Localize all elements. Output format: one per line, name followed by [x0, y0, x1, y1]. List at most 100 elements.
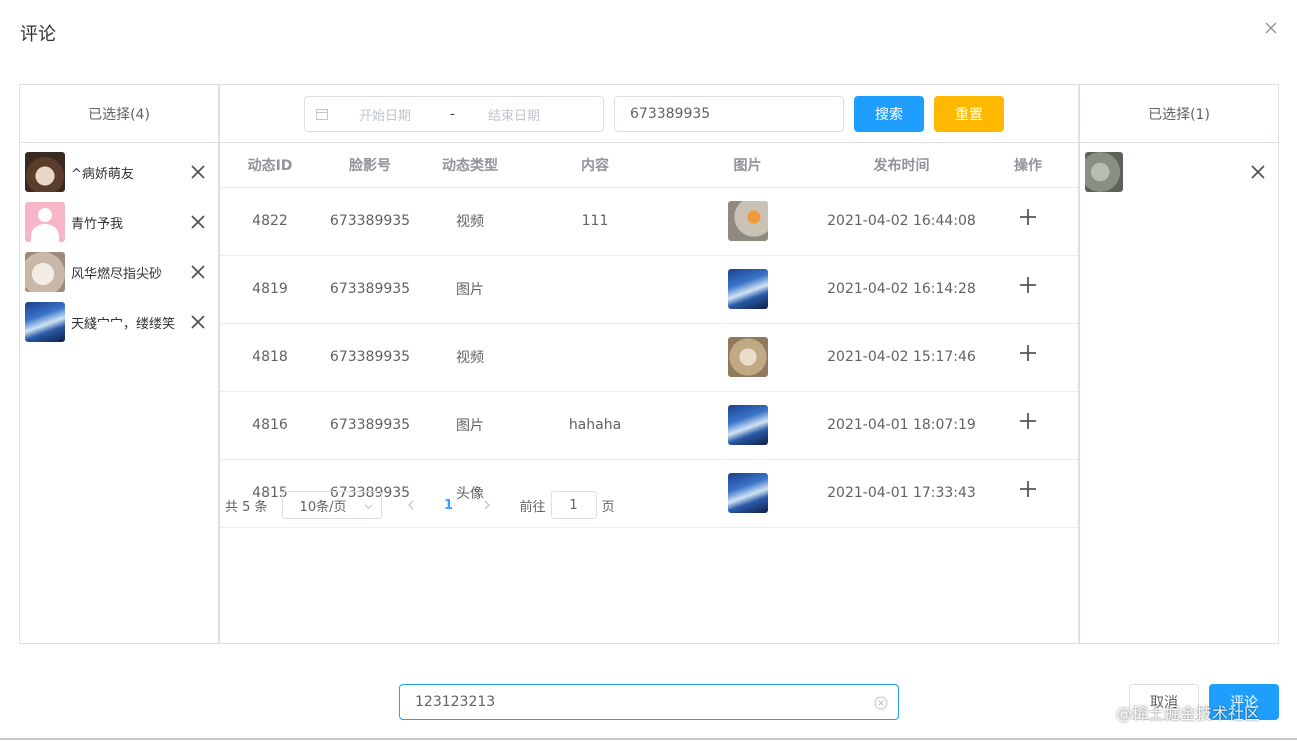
time-cell: 2021-04-01 17:33:43	[825, 459, 978, 528]
page-size-select[interactable]: 10条/页	[281, 491, 382, 519]
selected-user-item: ^病娇萌友	[20, 147, 218, 197]
chevron-left-icon	[407, 500, 414, 510]
comment-button[interactable]: 评论	[1209, 684, 1279, 720]
page-size-value: 10条/页	[299, 499, 347, 515]
selected-user-item: 青竹予我	[20, 197, 218, 247]
hamster-avatar	[25, 252, 65, 292]
post-id-cell: 4822	[220, 187, 320, 256]
chevron-down-icon	[364, 504, 373, 510]
left-panel-header: 已选择(4)	[20, 85, 218, 143]
time-cell: 2021-04-02 16:44:08	[825, 187, 978, 256]
prev-page-button[interactable]	[396, 491, 426, 519]
image-cell	[670, 255, 825, 324]
add-icon[interactable]	[1019, 276, 1037, 294]
right-panel-header: 已选择(1)	[1080, 85, 1278, 143]
table-row: 4816 673389935 图片 hahaha 2021-04-01 18:0…	[220, 391, 1078, 460]
right-selected-panel: 已选择(1)	[1079, 84, 1279, 644]
account-cell: 673389935	[320, 391, 420, 460]
page-number-current[interactable]: 1	[434, 498, 464, 513]
content-cell	[520, 255, 670, 324]
reset-button[interactable]: 重置	[934, 96, 1004, 132]
selected-user-item: 天綫宀宀，缕缕笑	[20, 297, 218, 347]
account-cell: 673389935	[320, 255, 420, 324]
remove-icon[interactable]	[190, 314, 206, 330]
date-separator: -	[450, 106, 455, 122]
chevron-right-icon	[484, 500, 490, 510]
type-cell: 图片	[420, 391, 520, 460]
account-cell: 673389935	[320, 187, 420, 256]
post-table: 动态ID 脸影号 动态类型 内容 图片 发布时间 操作 4822 6733899…	[220, 143, 1078, 528]
close-icon[interactable]	[1263, 20, 1279, 36]
table-row: 4819 673389935 图片 2021-04-02 16:14:28	[220, 255, 1078, 324]
table-row: 4818 673389935 视频 2021-04-02 15:17:46	[220, 323, 1078, 392]
table-row: 4822 673389935 视频 111 2021-04-02 16:44:0…	[220, 187, 1078, 256]
pagination: 共 5 条 10条/页 1 前往 页	[225, 491, 615, 519]
left-selected-list: ^病娇萌友 青竹予我 风华燃尽指尖砂 天綫宀宀，缕缕笑	[20, 143, 218, 347]
date-range-picker[interactable]: 开始日期 - 结束日期	[304, 96, 604, 132]
image-cell	[670, 187, 825, 256]
cancel-button[interactable]: 取消	[1129, 684, 1199, 720]
right-selected-list	[1080, 143, 1278, 197]
pink-silhouette-avatar	[25, 202, 65, 242]
goto-page: 前往 页	[520, 491, 615, 519]
comment-input[interactable]	[400, 685, 898, 719]
add-icon[interactable]	[1019, 344, 1037, 362]
end-date-placeholder: 结束日期	[488, 108, 541, 124]
time-cell: 2021-04-01 18:07:19	[825, 391, 978, 460]
column-header: 脸影号	[320, 143, 420, 188]
cat-avatar	[25, 152, 65, 192]
content-cell	[520, 323, 670, 392]
start-date-placeholder: 开始日期	[359, 108, 412, 124]
search-bar: 开始日期 - 结束日期 搜索 重置	[220, 85, 1078, 143]
action-cell	[978, 323, 1078, 392]
goto-prefix: 前往	[519, 499, 546, 515]
content-cell: 111	[520, 187, 670, 256]
sea-thumb[interactable]	[727, 269, 768, 309]
selected-user-name: 天綫宀宀，缕缕笑	[71, 316, 176, 332]
column-header: 动态ID	[220, 143, 320, 188]
add-icon[interactable]	[1019, 480, 1037, 498]
sea-thumb[interactable]	[727, 405, 768, 445]
image-cell	[670, 391, 825, 460]
sea-avatar	[25, 302, 65, 342]
dialog-title: 评论	[20, 24, 56, 45]
selected-user-name: ^病娇萌友	[71, 166, 134, 182]
table-header-row: 动态ID 脸影号 动态类型 内容 图片 发布时间 操作	[220, 143, 1078, 188]
post-table-panel: 开始日期 - 结束日期 搜索 重置 动态ID 脸影号 动态类型 内容 图片 发布…	[219, 84, 1079, 644]
action-cell	[978, 255, 1078, 324]
bottom-divider	[0, 738, 1297, 740]
selected-post-item	[1080, 147, 1278, 197]
sea-thumb[interactable]	[727, 473, 768, 513]
action-cell	[978, 187, 1078, 256]
column-header: 操作	[978, 143, 1078, 188]
next-page-button[interactable]	[472, 491, 502, 519]
action-cell	[978, 391, 1078, 460]
column-header: 图片	[670, 143, 825, 188]
image-cell	[670, 459, 825, 528]
column-header: 动态类型	[420, 143, 520, 188]
add-icon[interactable]	[1019, 208, 1037, 226]
post-id-cell: 4816	[220, 391, 320, 460]
pagination-total: 共 5 条	[225, 499, 268, 515]
food-thumb[interactable]	[727, 337, 768, 377]
selected-user-name: 风华燃尽指尖砂	[71, 266, 163, 282]
account-cell: 673389935	[320, 323, 420, 392]
clear-icon[interactable]	[874, 696, 888, 710]
rock-orange-thumb[interactable]	[727, 201, 768, 241]
remove-icon[interactable]	[190, 164, 206, 180]
search-button[interactable]: 搜索	[854, 96, 924, 132]
remove-icon[interactable]	[190, 214, 206, 230]
type-cell: 视频	[420, 187, 520, 256]
selected-user-item: 风华燃尽指尖砂	[20, 247, 218, 297]
remove-icon[interactable]	[190, 264, 206, 280]
add-icon[interactable]	[1019, 412, 1037, 430]
time-cell: 2021-04-02 15:17:46	[825, 323, 978, 392]
action-cell	[978, 459, 1078, 528]
type-cell: 视频	[420, 323, 520, 392]
column-header: 内容	[520, 143, 670, 188]
rock-avatar	[1085, 152, 1123, 192]
remove-icon[interactable]	[1250, 164, 1266, 180]
image-cell	[670, 323, 825, 392]
goto-page-input[interactable]	[550, 491, 597, 519]
keyword-input[interactable]	[614, 96, 844, 132]
